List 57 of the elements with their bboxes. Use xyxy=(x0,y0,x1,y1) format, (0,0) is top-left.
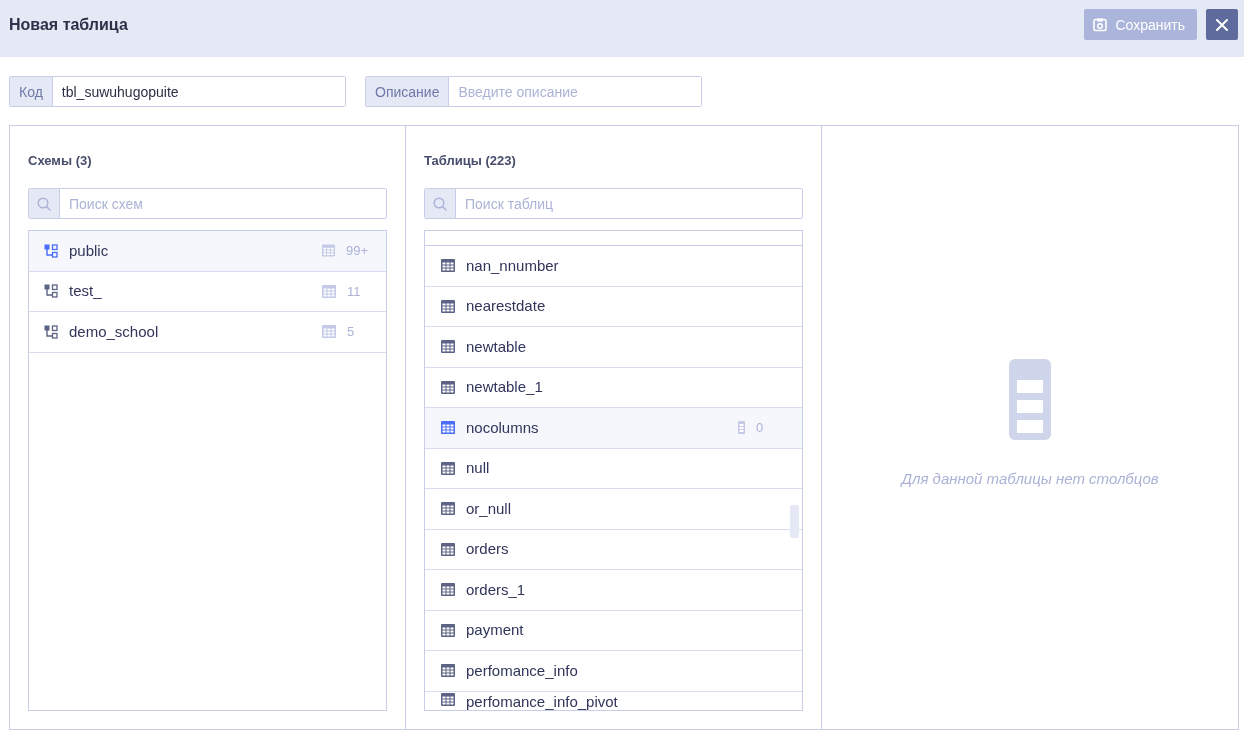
table-icon xyxy=(441,542,455,556)
column-title: Схемы (3) xyxy=(28,152,92,170)
table-name: nan_nnumber xyxy=(466,256,559,275)
hierarchy-icon xyxy=(44,324,58,339)
table-name: or_null xyxy=(466,499,512,518)
table-name: nearestdate xyxy=(466,297,546,316)
field-label: Код xyxy=(10,77,53,106)
table-icon xyxy=(441,421,455,435)
schema-name: test_ xyxy=(69,282,102,301)
table-count: 5 xyxy=(347,324,355,340)
table-count: 11 xyxy=(347,283,361,299)
table-icon xyxy=(441,583,455,597)
table-icon xyxy=(322,244,335,258)
table-icon xyxy=(441,692,455,706)
schema-name: demo_school xyxy=(69,322,159,341)
table-name: newtable xyxy=(466,337,527,356)
table-icon xyxy=(441,623,455,637)
empty-message: Для данной таблицы нет столбцов xyxy=(901,469,1159,487)
search-icon xyxy=(37,196,51,211)
column-title: Таблицы (223) xyxy=(424,152,516,170)
save-icon xyxy=(1093,17,1108,32)
column-icon xyxy=(738,421,745,435)
hierarchy-icon xyxy=(44,284,58,299)
search-field[interactable]: Поиск схем xyxy=(28,188,387,219)
scrollbar-thumb[interactable] xyxy=(790,505,799,538)
table-icon xyxy=(441,259,455,273)
schema-item[interactable]: public 99+ xyxy=(29,231,386,272)
table-icon xyxy=(441,340,455,354)
close-icon xyxy=(1216,18,1228,31)
table-icon xyxy=(441,299,455,313)
text-field[interactable]: Код tbl_suwuhugopuite xyxy=(9,76,346,107)
table-icon xyxy=(322,325,336,339)
table-item[interactable]: nocolumns 0 xyxy=(425,408,802,449)
search-field[interactable]: Поиск таблиц xyxy=(424,188,803,219)
table-icon xyxy=(441,461,455,475)
schema-name: public xyxy=(69,241,109,260)
table-name: null xyxy=(466,459,490,478)
table-icon xyxy=(441,664,455,678)
column-icon xyxy=(1009,358,1051,440)
text-field[interactable]: Описание Введите описание xyxy=(365,76,702,107)
table-name: orders_1 xyxy=(466,580,526,599)
table-icon xyxy=(441,502,455,516)
table-name: perfomance_info_pivot xyxy=(466,692,618,710)
table-name: payment xyxy=(466,621,524,640)
table-icon xyxy=(441,380,455,394)
window-title: Новая таблица xyxy=(9,15,128,35)
search-icon xyxy=(433,196,447,211)
table-count: 99+ xyxy=(345,243,368,259)
table-name: nocolumns xyxy=(466,418,539,437)
field-label: Описание xyxy=(366,77,450,106)
table-icon xyxy=(322,284,336,298)
table-name: orders xyxy=(466,540,509,559)
column-count: 0 xyxy=(756,420,764,436)
hierarchy-icon xyxy=(44,243,58,258)
table-name: perfomance_info xyxy=(466,661,578,680)
table-name: newtable_1 xyxy=(466,378,543,397)
close-button[interactable] xyxy=(1206,9,1238,40)
